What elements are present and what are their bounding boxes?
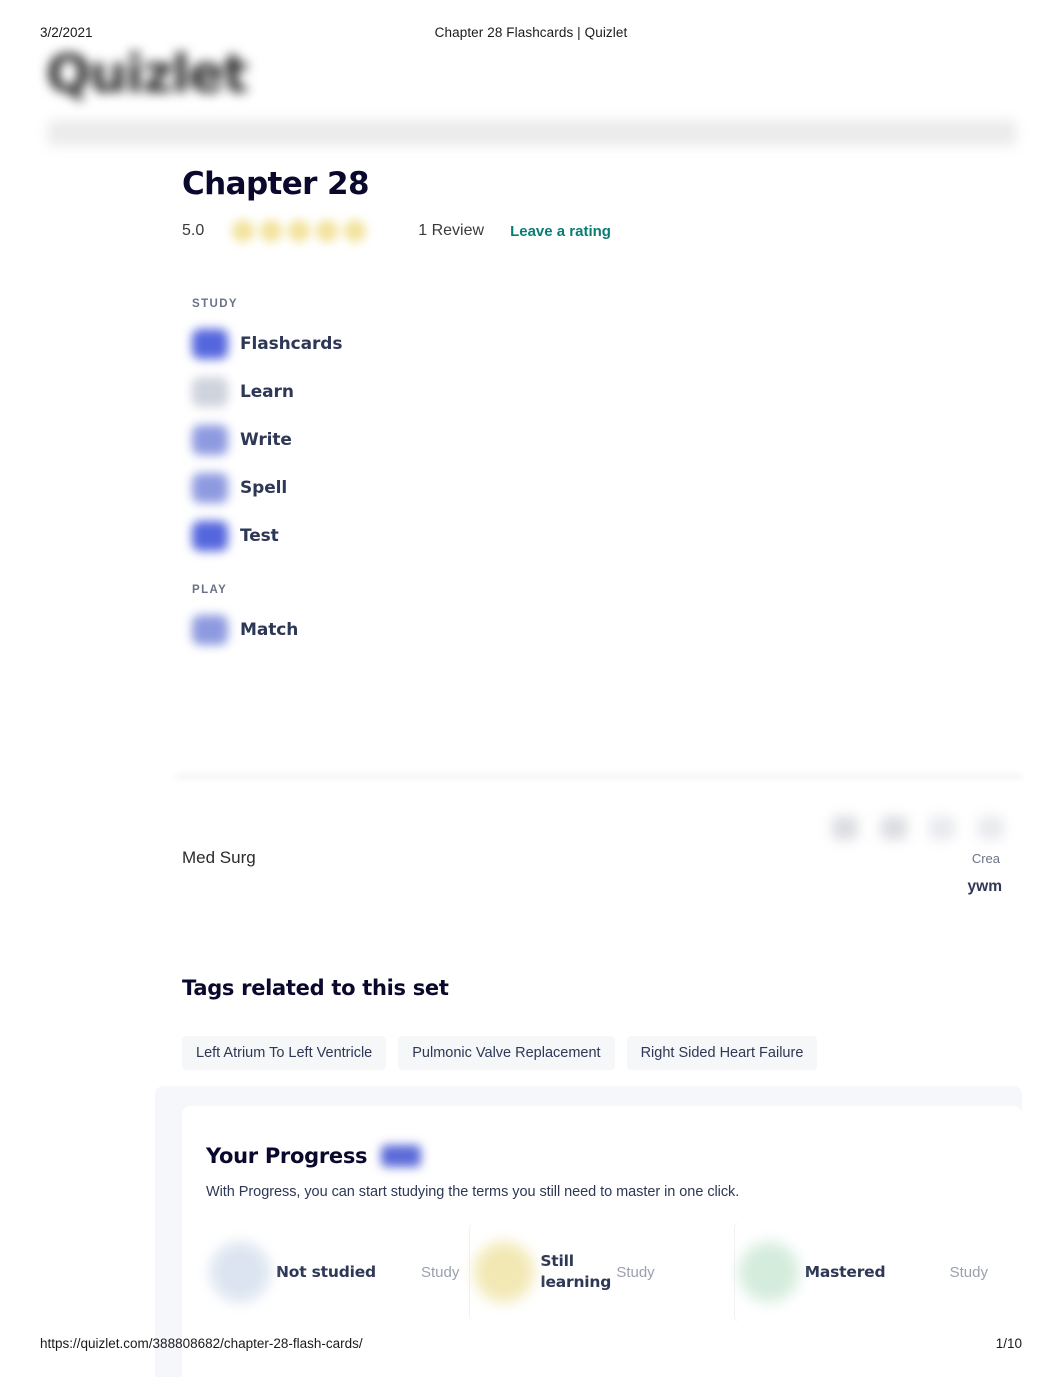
print-document-title: Chapter 28 Flashcards | Quizlet — [434, 24, 628, 40]
share-icon — [832, 816, 858, 840]
progress-title: Your Progress — [206, 1144, 368, 1168]
play-group-label: PLAY — [192, 584, 228, 596]
mode-label: Test — [240, 526, 279, 546]
star-save-icon — [880, 816, 907, 840]
section-divider — [176, 774, 1022, 779]
progress-cards: Not studied Study Still learning Study M… — [206, 1222, 998, 1322]
progress-card-not-studied[interactable]: Not studied Study — [206, 1222, 470, 1322]
quizlet-logo[interactable]: Quizlet — [46, 44, 276, 106]
study-modes: STUDY Flashcards Learn Write Spell Test … — [192, 298, 512, 654]
mode-match[interactable]: Match — [192, 606, 512, 654]
study-group-label: STUDY — [192, 298, 238, 310]
author-row: Med Surg Crea ywm — [182, 816, 1022, 915]
print-page: 3/2/2021 Chapter 28 Flashcards | Quizlet… — [0, 0, 1062, 1377]
flashcards-icon — [192, 329, 228, 359]
page-title: Chapter 28 — [182, 166, 370, 202]
tags-section: Tags related to this set Left Atrium To … — [182, 976, 1032, 1070]
tag-item[interactable]: Left Atrium To Left Ventricle — [182, 1036, 387, 1070]
spell-icon — [192, 473, 228, 503]
mode-spell[interactable]: Spell — [192, 464, 512, 512]
print-date: 3/2/2021 — [40, 24, 93, 40]
edit-icon — [929, 816, 956, 840]
navigation-bar[interactable] — [48, 120, 1016, 146]
progress-card-still-learning[interactable]: Still learning Study — [469, 1222, 734, 1322]
set-actions-toolbar[interactable] — [832, 807, 1004, 849]
match-icon — [192, 615, 228, 645]
study-link[interactable]: Study — [616, 1264, 654, 1281]
rating-score: 5.0 — [182, 222, 205, 239]
progress-card-label: Still learning — [540, 1252, 612, 1291]
progress-card-mastered[interactable]: Mastered Study — [733, 1222, 998, 1322]
progress-header: Your Progress — [206, 1144, 998, 1168]
leave-a-rating-link[interactable]: Leave a rating — [510, 223, 611, 240]
created-by-label: Crea — [971, 851, 1000, 866]
star-icon — [232, 220, 255, 242]
print-footer: https://quizlet.com/388808682/chapter-28… — [0, 1336, 1062, 1351]
mode-label: Spell — [240, 478, 288, 498]
tag-item[interactable]: Right Sided Heart Failure — [626, 1036, 818, 1070]
mode-learn[interactable]: Learn — [192, 368, 512, 416]
quizlet-logo-text: Quizlet — [46, 44, 248, 105]
rating-row: 5.0 1 Review Leave a rating — [182, 220, 611, 242]
star-icon — [344, 220, 367, 242]
star-icon — [260, 220, 283, 242]
star-icon — [288, 220, 311, 242]
mode-label: Match — [240, 620, 299, 640]
course-name[interactable]: Med Surg — [182, 848, 256, 868]
study-link[interactable]: Study — [421, 1264, 459, 1281]
footer-url: https://quizlet.com/388808682/chapter-28… — [40, 1336, 363, 1351]
mode-label: Learn — [240, 382, 294, 402]
mode-label: Flashcards — [240, 334, 343, 354]
set-header: Chapter 28 5.0 1 Review Leave a rating — [182, 166, 611, 242]
more-options-icon — [977, 816, 1004, 840]
mode-write[interactable]: Write — [192, 416, 512, 464]
progress-card-label: Mastered — [804, 1262, 886, 1281]
progress-subtitle: With Progress, you can start studying th… — [206, 1184, 740, 1200]
study-link[interactable]: Study — [950, 1264, 988, 1281]
review-count: 1 Review — [418, 222, 485, 239]
still-learning-circle-icon — [474, 1242, 535, 1302]
author-username[interactable]: ywm — [968, 878, 1002, 896]
new-badge — [381, 1145, 422, 1167]
learn-icon — [192, 377, 228, 407]
star-icon — [316, 220, 339, 242]
mode-test[interactable]: Test — [192, 512, 512, 560]
tag-item[interactable]: Pulmonic Valve Replacement — [398, 1036, 615, 1070]
star-rating[interactable] — [232, 220, 372, 242]
write-icon — [192, 425, 228, 455]
footer-page-number: 1/10 — [995, 1336, 1022, 1351]
mode-flashcards[interactable]: Flashcards — [192, 320, 512, 368]
mode-label: Write — [240, 430, 292, 450]
test-icon — [192, 521, 228, 551]
print-header: 3/2/2021 Chapter 28 Flashcards | Quizlet — [0, 22, 1062, 42]
tags-list: Left Atrium To Left Ventricle Pulmonic V… — [182, 1036, 1032, 1070]
progress-card-label: Not studied — [276, 1262, 376, 1281]
tags-heading: Tags related to this set — [182, 976, 449, 1000]
not-studied-circle-icon — [210, 1242, 270, 1302]
mastered-circle-icon — [738, 1242, 799, 1302]
